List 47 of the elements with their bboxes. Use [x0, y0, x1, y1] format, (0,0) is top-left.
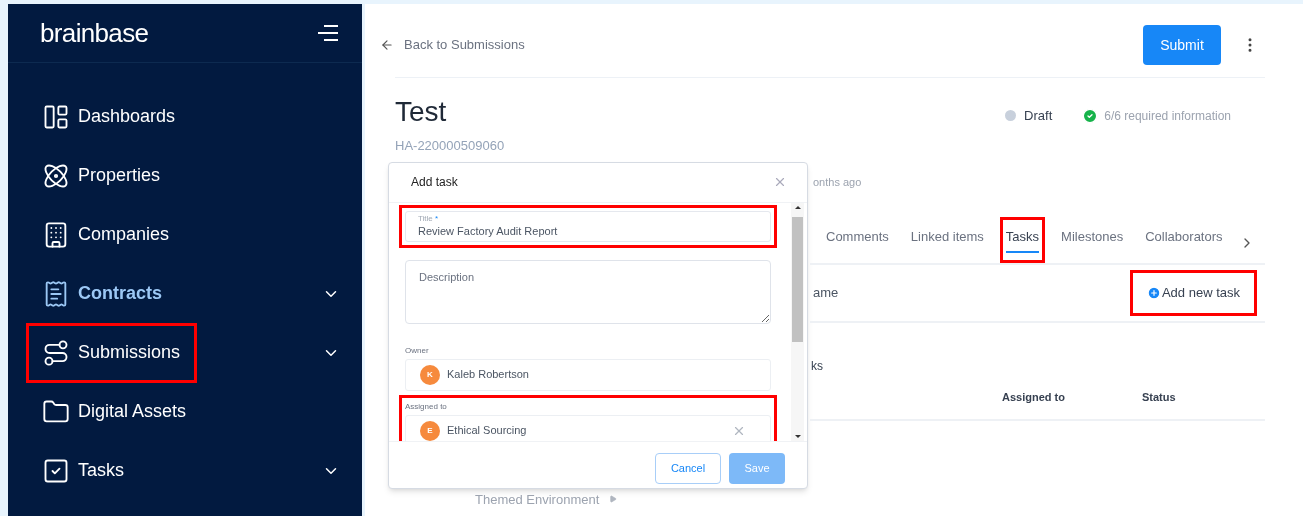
cancel-button[interactable]: Cancel: [655, 452, 721, 484]
requirements-text: 6/6 required information: [1104, 107, 1231, 125]
check-circle-icon: [1082, 107, 1099, 124]
person-field[interactable]: K Kaleb Robertson: [405, 358, 771, 391]
field-value: Review Factory Audit Report: [418, 224, 559, 238]
nav-item[interactable]: Companies: [26, 204, 187, 265]
required-mark: *: [435, 214, 439, 223]
logo: brainbase: [40, 16, 149, 50]
scroll-thumb[interactable]: [792, 216, 803, 342]
avatar: E: [420, 420, 440, 441]
plus-circle-icon: [1146, 286, 1161, 300]
field-label: Assigned to: [405, 400, 448, 413]
tab[interactable]: Collaborators: [1139, 217, 1229, 263]
column-text: ame: [813, 284, 839, 303]
nav-item[interactable]: Dashboards: [26, 86, 193, 147]
tab[interactable]: Tasks: [999, 217, 1046, 263]
submit-button[interactable]: Submit: [1143, 25, 1221, 65]
title-field[interactable]: Title * Review Factory Audit Report: [405, 210, 771, 242]
column-header: Assigned to: [1002, 389, 1065, 405]
scroll-down-icon[interactable]: [794, 434, 801, 438]
back-link[interactable]: Back to Submissions: [380, 35, 525, 55]
status-label: Draft: [1024, 107, 1053, 125]
column-header: Status: [1141, 389, 1176, 405]
add-task-button[interactable]: Add new task: [1146, 283, 1240, 303]
scroll-up-icon[interactable]: [794, 205, 801, 209]
record-id: HA-220000509060: [395, 137, 505, 155]
tab[interactable]: Milestones: [1055, 217, 1130, 263]
nav-item[interactable]: Properties: [26, 145, 178, 206]
dialog-title: Add task: [411, 174, 458, 191]
section-heading: ks: [811, 358, 824, 375]
updated-text: onths ago: [813, 174, 863, 190]
description-field[interactable]: Description: [405, 259, 771, 324]
person-field[interactable]: E Ethical Sourcing: [405, 414, 771, 441]
nav-item[interactable]: Submissions: [26, 322, 198, 383]
menu-icon[interactable]: [318, 24, 338, 42]
play-icon: [609, 495, 618, 504]
page-title: Test: [395, 95, 448, 129]
environment-label: Themed Environment: [475, 490, 600, 509]
avatar: K: [420, 364, 440, 385]
nav-item[interactable]: Tasks: [26, 440, 141, 501]
route-icon: [42, 338, 70, 367]
tab[interactable]: Linked items: [904, 217, 990, 263]
nav-item[interactable]: Contracts: [26, 263, 179, 324]
field-label: Owner: [405, 344, 430, 357]
field-label: Title: [418, 214, 433, 223]
nav-item[interactable]: Digital Assets: [26, 381, 204, 442]
tab[interactable]: Comments: [820, 217, 895, 263]
